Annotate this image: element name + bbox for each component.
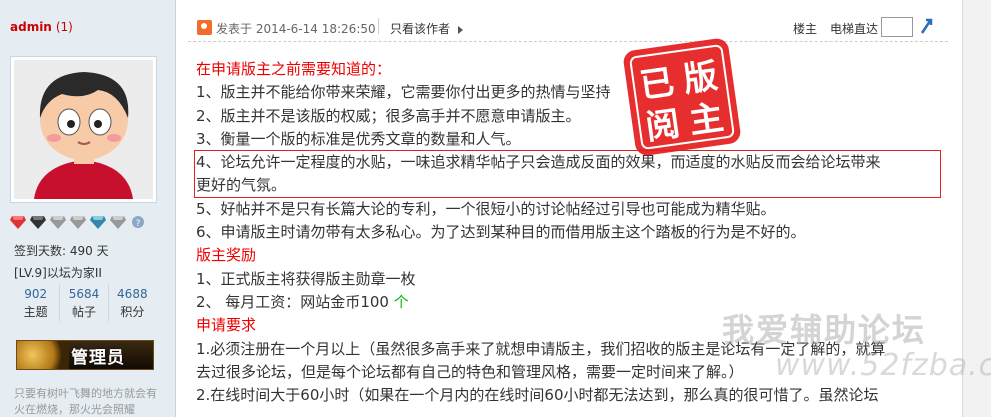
stat-topics[interactable]: 902 主题 <box>12 285 59 321</box>
avatar[interactable] <box>10 56 157 203</box>
stamp-char: 主 <box>687 98 726 142</box>
stamp-icon: 已 版 阅 主 <box>623 38 741 156</box>
post-line: 2、版主并不是该版的权威；很多高手并不愿意申请版主。 <box>196 106 581 125</box>
user-signature: 只要有树叶飞舞的地方就会有火在燃烧，那火光会照耀 <box>14 387 157 416</box>
help-icon[interactable]: ? <box>130 215 146 229</box>
section-heading: 版主奖励 <box>196 246 257 265</box>
salary-text: 2、 每月工资：网站金币100 <box>196 292 389 311</box>
medal-gray-icon[interactable] <box>70 215 86 229</box>
watermark-title: 我爱辅助论坛 <box>722 311 927 349</box>
stat-topics-value[interactable]: 902 <box>12 285 59 303</box>
stat-posts-label: 帖子 <box>71 305 96 319</box>
svg-text:?: ? <box>136 219 141 229</box>
post-line: 3、衡量一个版的标准是优秀文章的数量和人气。 <box>196 129 521 148</box>
stat-topics-label: 主题 <box>23 305 48 319</box>
user-online-count: (1) <box>55 20 73 34</box>
floor-jump-input[interactable] <box>881 17 913 37</box>
go-arrow-icon[interactable] <box>918 17 934 35</box>
section-heading: 在申请版主之前需要知道的： <box>196 60 392 78</box>
stat-points-label: 积分 <box>120 305 145 319</box>
floor-label: 楼主 <box>793 22 818 36</box>
medal-gray-icon[interactable] <box>110 215 126 229</box>
user-medals: ? <box>10 215 146 229</box>
highlight-annotation-box <box>194 150 941 198</box>
medal-gray-icon[interactable] <box>50 215 66 229</box>
post-line: 6、申请版主时请勿带有太多私心。为了达到某种目的而借用版主这个踏板的行为是不好的… <box>196 223 806 242</box>
post-line: 2.在线时间大于60小时（如果在一个月内的在线时间60小时都无法达到，那么真的很… <box>196 386 879 405</box>
watermark-url: www.52fzba.com <box>775 348 991 383</box>
medal-red-icon[interactable] <box>10 215 26 229</box>
signin-days: 签到天数: 490 天 <box>14 244 109 258</box>
only-author-link[interactable]: 只看该作者 <box>390 20 464 37</box>
user-sidebar: admin (1) ? 签到天数: 490 天 [LV.9]以坛为家II 902… <box>0 0 176 417</box>
stamp-char: 已 <box>637 62 676 106</box>
stat-posts-value[interactable]: 5684 <box>60 285 107 303</box>
arrow-right-icon <box>458 25 464 34</box>
medal-blue-icon[interactable] <box>90 215 106 229</box>
medal-dark-icon[interactable] <box>30 215 46 229</box>
stat-points[interactable]: 4688 积分 <box>107 285 156 321</box>
username-text[interactable]: admin <box>10 20 52 34</box>
post-line: 5、好帖并不是只有长篇大论的专利，一个很短小的讨论帖经过引导也可能成为精华贴。 <box>196 199 776 218</box>
stamp-char: 版 <box>681 56 720 100</box>
only-author-label[interactable]: 只看该作者 <box>390 22 450 36</box>
stamp-char: 阅 <box>643 104 682 148</box>
stat-points-value[interactable]: 4688 <box>109 285 156 303</box>
post-timestamp: 发表于 2014-6-14 18:26:50 <box>216 22 376 36</box>
online-status-icon <box>197 20 212 35</box>
elevator-label: 电梯直达 <box>830 22 879 36</box>
post-line: 1、正式版主将获得版主勋章一枚 <box>196 269 416 288</box>
divider <box>378 18 379 34</box>
admin-group-badge: 管理员 <box>16 340 154 370</box>
stat-posts[interactable]: 5684 帖子 <box>59 285 107 321</box>
admin-badge-text: 管理员 <box>71 347 125 368</box>
post-line: 1、版主并不能给你带来荣耀，它需要你付出更多的热情与坚持 <box>196 83 611 102</box>
user-level[interactable]: [LV.9]以坛为家II <box>14 264 102 281</box>
badge-emblem-icon <box>17 341 69 369</box>
user-stats: 902 主题 5684 帖子 4688 积分 <box>12 285 156 321</box>
moderator-read-stamp: 已 版 阅 主 <box>615 30 748 163</box>
salary-unit: 个 <box>388 292 409 311</box>
username[interactable]: admin (1) <box>10 20 73 34</box>
avatar-image <box>14 60 153 199</box>
post-header: 发表于 2014-6-14 18:26:50 只看该作者 楼主 电梯直达 <box>188 12 948 42</box>
